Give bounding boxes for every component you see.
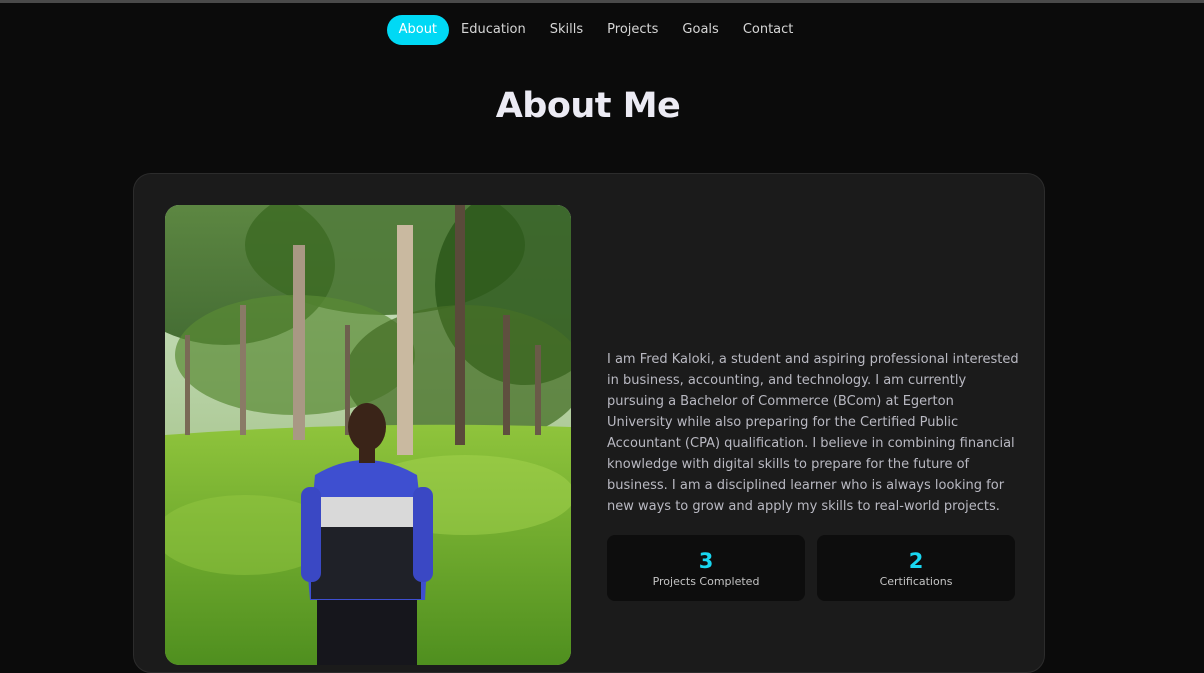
- stat-label: Certifications: [879, 574, 953, 588]
- stat-certifications: 2 Certifications: [817, 535, 1015, 601]
- nav-item-goals[interactable]: Goals: [670, 15, 730, 45]
- about-card: I am Fred Kaloki, a student and aspiring…: [133, 173, 1045, 673]
- profile-photo: [165, 205, 571, 665]
- nav-item-education[interactable]: Education: [449, 15, 538, 45]
- nav-item-projects[interactable]: Projects: [595, 15, 670, 45]
- stat-projects: 3 Projects Completed: [607, 535, 805, 601]
- bio-paragraph: I am Fred Kaloki, a student and aspiring…: [607, 352, 1019, 514]
- browser-top-border: [0, 0, 1204, 3]
- stat-value: 2: [908, 548, 924, 573]
- nav-item-contact[interactable]: Contact: [731, 15, 806, 45]
- stats-row: 3 Projects Completed 2 Certifications: [607, 535, 1015, 601]
- main-navigation: About Education Skills Projects Goals Co…: [0, 15, 1204, 45]
- page-title: About Me: [495, 86, 681, 126]
- stat-label: Projects Completed: [652, 574, 760, 588]
- nav-item-about[interactable]: About: [386, 15, 450, 45]
- nav-item-skills[interactable]: Skills: [538, 15, 595, 45]
- stat-value: 3: [698, 548, 714, 573]
